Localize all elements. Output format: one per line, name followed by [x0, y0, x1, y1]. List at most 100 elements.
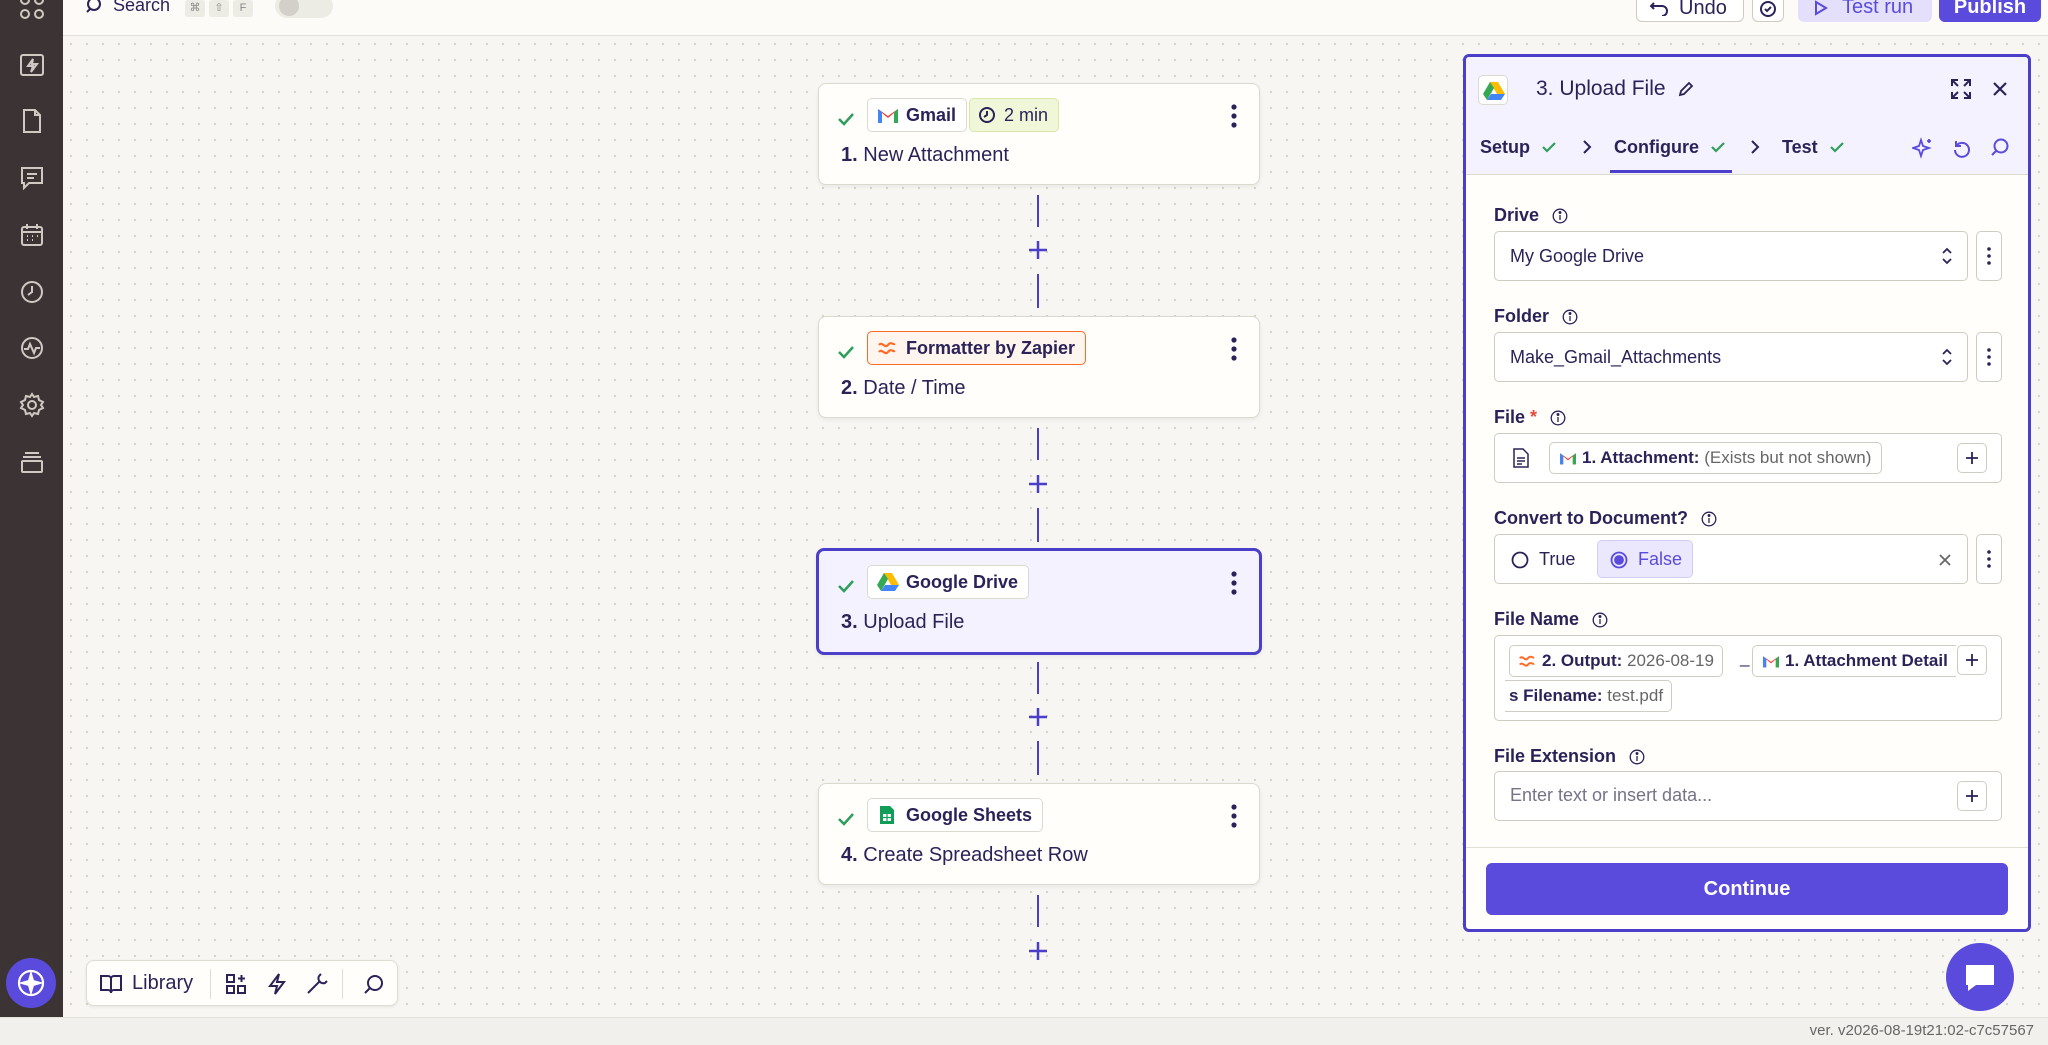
chat-support-button[interactable] — [1946, 943, 2014, 1011]
insert-data-plus-icon[interactable] — [1957, 443, 1987, 473]
wrench-icon[interactable] — [305, 972, 329, 996]
radio-selected-icon — [1610, 551, 1628, 569]
folder-select[interactable]: Make_Gmail_Attachments — [1494, 332, 1968, 382]
top-bar: Search ⌘ ⇧ F Undo Test run Publish — [63, 0, 2048, 36]
activity-icon[interactable] — [19, 335, 45, 361]
shortcut-key: ⌘ — [185, 0, 205, 17]
formatter-icon — [1519, 655, 1535, 667]
apps-grid-icon[interactable] — [19, 0, 45, 20]
tab-test[interactable]: Test — [1782, 137, 1845, 158]
step-card-gmail[interactable]: Gmail 2 min 1. New Attachment — [818, 83, 1260, 185]
radio-false[interactable]: False — [1597, 540, 1693, 578]
tab-setup[interactable]: Setup — [1480, 137, 1557, 158]
search-icon[interactable] — [85, 0, 103, 14]
publish-button[interactable]: Publish — [1939, 0, 2041, 22]
radio-empty-icon — [1511, 551, 1529, 569]
file-name-field[interactable]: 2. Output: 2026-08-19 _ 1. Attachment De… — [1494, 635, 2002, 721]
add-step-plus-icon[interactable] — [1027, 706, 1049, 728]
add-apps-icon[interactable] — [225, 973, 247, 995]
book-icon[interactable] — [99, 973, 123, 995]
zaps-icon[interactable] — [19, 52, 45, 78]
settings-gear-icon[interactable] — [19, 392, 45, 418]
step-card-google-sheets[interactable]: Google Sheets 4. Create Spreadsheet Row — [818, 783, 1260, 885]
step-card-formatter[interactable]: Formatter by Zapier 2. Date / Time — [818, 316, 1260, 418]
chevron-right-icon — [1750, 139, 1760, 155]
chevron-up-down-icon — [1942, 348, 1952, 366]
insert-data-plus-icon[interactable] — [1957, 781, 1987, 811]
tab-configure[interactable]: Configure — [1614, 137, 1726, 158]
add-step-plus-icon[interactable] — [1027, 239, 1049, 261]
continue-button[interactable]: Continue — [1486, 863, 2008, 915]
expand-icon[interactable] — [1950, 78, 1972, 100]
field-options-button[interactable] — [1976, 534, 2002, 584]
file-field[interactable]: 1. Attachment: (Exists but not shown) — [1494, 433, 2002, 483]
document-icon[interactable] — [19, 108, 45, 134]
google-sheets-icon — [879, 805, 895, 825]
interfaces-icon[interactable] — [19, 165, 45, 191]
refresh-icon[interactable] — [1952, 137, 1972, 159]
left-sidebar — [0, 0, 63, 1045]
convert-label: Convert to Document? — [1494, 508, 1717, 529]
history-icon[interactable] — [19, 279, 45, 305]
connector-line — [1037, 274, 1039, 308]
check-icon — [837, 579, 855, 593]
file-extension-field[interactable]: Enter text or insert data... — [1494, 771, 2002, 821]
close-icon[interactable] — [1992, 81, 2008, 97]
connector-line — [1037, 428, 1039, 460]
more-vertical-icon[interactable] — [1231, 571, 1237, 595]
chevron-up-down-icon — [1942, 247, 1952, 265]
tables-calendar-icon[interactable] — [19, 222, 45, 248]
library-toolbar: Library — [86, 960, 398, 1006]
mapped-field-pill-continued[interactable]: s Filename: test.pdf — [1505, 680, 1673, 712]
more-vertical-icon[interactable] — [1231, 104, 1237, 128]
check-icon — [837, 812, 855, 826]
check-icon — [837, 112, 855, 126]
archive-icon[interactable] — [19, 449, 45, 475]
insert-data-plus-icon[interactable] — [1957, 645, 1987, 675]
required-mark: * — [1530, 407, 1538, 427]
panel-header: 3. Upload File Setup Configure Test — [1466, 57, 2028, 175]
shortcut-key: ⇧ — [209, 0, 229, 17]
more-vertical-icon[interactable] — [1231, 337, 1237, 361]
more-vertical-icon[interactable] — [1231, 804, 1237, 828]
add-step-plus-icon[interactable] — [1027, 473, 1049, 495]
formatter-icon — [877, 338, 897, 358]
connector-line — [1037, 508, 1039, 542]
lightning-icon[interactable] — [267, 972, 287, 996]
drive-select[interactable]: My Google Drive — [1494, 231, 1968, 281]
file-extension-placeholder: Enter text or insert data... — [1510, 785, 1713, 805]
google-drive-icon — [877, 572, 899, 592]
test-run-button[interactable]: Test run — [1798, 0, 1932, 22]
search-icon[interactable] — [363, 973, 385, 995]
copilot-icon[interactable] — [6, 958, 56, 1008]
connector-line — [1037, 741, 1039, 775]
search-icon[interactable] — [1990, 137, 2010, 157]
ai-sparkle-icon[interactable] — [1912, 137, 1934, 159]
shortcut-key: F — [233, 0, 253, 17]
mapped-field-pill[interactable]: 2. Output: 2026-08-19 — [1509, 645, 1723, 677]
footer — [0, 1017, 2048, 1045]
library-label[interactable]: Library — [132, 972, 193, 995]
undo-button[interactable]: Undo — [1636, 0, 1744, 22]
mapped-field-pill[interactable]: 1. Attachment: (Exists but not shown) — [1549, 442, 1883, 474]
add-step-plus-icon[interactable] — [1027, 940, 1049, 962]
info-icon — [1552, 208, 1568, 224]
app-chip-gmail: Gmail — [867, 98, 968, 132]
info-icon — [1701, 511, 1717, 527]
step-title: 3. Upload File — [841, 611, 965, 633]
history-check-icon[interactable] — [1752, 0, 1784, 22]
edit-pencil-icon[interactable] — [1677, 80, 1695, 98]
version-text: ver. v2026-08-19t21:02-c7c57567 — [1809, 1022, 2034, 1039]
search-label[interactable]: Search — [113, 0, 170, 16]
mapped-field-pill[interactable]: 1. Attachment Detail — [1752, 645, 1956, 677]
gmail-icon — [1560, 453, 1576, 465]
separator-text: _ — [1740, 648, 1750, 667]
info-icon — [1550, 410, 1566, 426]
toggle-switch[interactable] — [275, 0, 333, 18]
field-options-button[interactable] — [1976, 231, 2002, 281]
gmail-icon — [877, 105, 899, 125]
clear-icon[interactable] — [1939, 554, 1951, 566]
info-icon — [1592, 612, 1608, 628]
step-card-google-drive[interactable]: Google Drive 3. Upload File — [816, 548, 1262, 655]
field-options-button[interactable] — [1976, 332, 2002, 382]
